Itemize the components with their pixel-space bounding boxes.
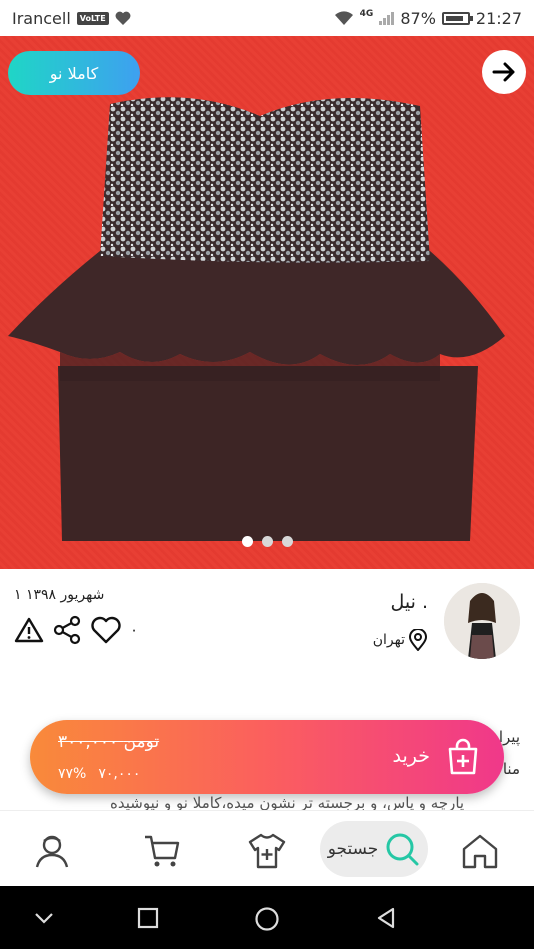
search-tab-label: جستجو (327, 839, 379, 859)
battery-percent: 87% (400, 8, 436, 28)
back-button[interactable] (482, 50, 526, 94)
avatar-photo (444, 583, 520, 659)
discount-percent: ۷۷% (58, 766, 87, 782)
carousel-dot[interactable] (261, 536, 273, 547)
buy-bar[interactable]: ۳۰۰,۰۰۰ تومن ۷۷% ۷۰,۰۰۰ خرید (30, 720, 504, 794)
shopping-bag-plus-icon[interactable] (446, 738, 480, 776)
carrier-name: Irancell (12, 8, 71, 28)
like-count: ۰ (130, 621, 139, 639)
wifi-icon (334, 11, 353, 25)
original-price: ۳۰۰,۰۰۰ تومن (58, 732, 160, 752)
location-text: تهران (372, 632, 405, 648)
bottom-navigation: جستجو (0, 810, 534, 886)
discounted-price: ۷۰,۰۰۰ (98, 766, 141, 782)
status-bar-left: Irancell VoLTE (12, 9, 131, 28)
location-pin-icon (408, 629, 428, 651)
report-warning-icon[interactable] (14, 616, 44, 644)
discount-price-row: ۷۷% ۷۰,۰۰۰ (58, 766, 140, 782)
share-icon[interactable] (52, 615, 82, 645)
carousel-dot[interactable] (241, 536, 253, 547)
carousel-indicators (0, 536, 534, 547)
home-icon[interactable] (460, 831, 500, 871)
back-triangle-icon[interactable] (374, 906, 398, 930)
product-photo-dress (8, 97, 505, 541)
signal-icon (379, 11, 395, 25)
status-bar: Irancell VoLTE 4G 87% 21:27 (0, 0, 534, 36)
cart-icon[interactable] (142, 831, 182, 871)
condition-badge: کاملا نو (8, 51, 140, 95)
recent-apps-icon[interactable] (136, 906, 160, 930)
network-type: 4G (359, 8, 374, 19)
clock: 21:27 (475, 8, 522, 28)
system-navigation-bar (0, 886, 534, 949)
volte-badge: VoLTE (76, 11, 109, 25)
search-icon (386, 833, 419, 866)
seller-location: تهران (373, 629, 428, 651)
seller-name[interactable]: نیل . (390, 591, 428, 613)
description-line: منا (502, 760, 520, 778)
chevron-down-icon[interactable] (32, 906, 56, 930)
battery-icon (441, 11, 473, 25)
arrow-right-icon (492, 62, 515, 82)
description-line: پیرا (498, 728, 520, 746)
post-date: ۱ شهریور ۱۳۹۸ (14, 587, 105, 603)
buy-button-label[interactable]: خرید (393, 745, 431, 767)
profile-icon[interactable] (32, 831, 72, 871)
seller-avatar[interactable] (444, 583, 520, 659)
add-item-shirt-icon[interactable] (247, 831, 287, 871)
carousel-dot[interactable] (281, 536, 293, 547)
heart-status-icon (115, 11, 131, 25)
product-image-carousel[interactable]: کاملا نو (0, 36, 534, 569)
app-screen: Irancell VoLTE 4G 87% 21:27 کاملا نو نیل… (0, 0, 534, 949)
search-tab[interactable]: جستجو (320, 821, 428, 877)
listing-info: نیل . تهران ۱ شهریور ۱۳۹۸ ۰ (0, 569, 534, 689)
status-bar-right: 4G 87% 21:27 (334, 9, 522, 28)
home-circle-icon[interactable] (254, 906, 280, 932)
post-actions: ۰ (14, 615, 138, 645)
heart-like-icon[interactable] (90, 616, 122, 644)
